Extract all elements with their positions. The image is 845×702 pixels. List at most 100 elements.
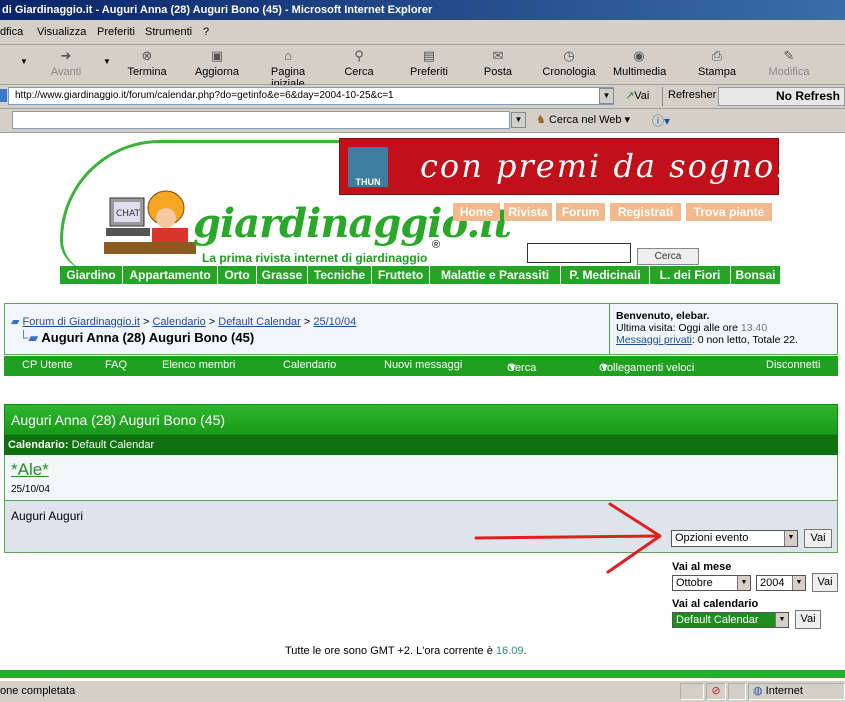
catnav-grasse[interactable]: Grasse [257, 266, 308, 284]
refresher-link[interactable]: Refresher [668, 89, 716, 101]
status-pane [728, 683, 746, 700]
nav-elenco-membri[interactable]: Elenco membri [162, 359, 235, 371]
last-visit-time: 13.40 [740, 322, 768, 334]
last-visit-label: Ultima visita: Oggi alle ore [616, 322, 738, 334]
catnav-appartamento[interactable]: Appartamento [123, 266, 218, 284]
breadcrumb-box: ▰ Forum di Giardinaggio.it > Calendario … [4, 303, 838, 355]
stop-button[interactable]: ⊗ Termina [124, 48, 170, 78]
catnav-frutteto[interactable]: Frutteto [372, 266, 430, 284]
back-dropdown-icon[interactable]: ▼ [20, 57, 28, 66]
event-post-header: *Ale* 25/10/04 [4, 455, 838, 500]
forward-button[interactable]: ➜ Avanti [46, 48, 86, 78]
history-button[interactable]: ◷ Cronologia [541, 48, 597, 78]
jump-month-go-button[interactable]: Vai [812, 573, 838, 592]
page-title-text: Auguri Anna (28) Auguri Bono (45) [41, 330, 255, 345]
nav-calendario[interactable]: Calendario [283, 359, 336, 371]
thun-logo: THUN [348, 147, 388, 187]
event-author-link[interactable]: *Ale* [11, 460, 49, 480]
web-search-input[interactable] [12, 111, 510, 129]
jump-calendar-go-button[interactable]: Vai [795, 610, 821, 629]
nav-disconnetti[interactable]: Disconnetti [766, 359, 820, 371]
page-icon [0, 89, 7, 102]
event-calendar-row: Calendario: Default Calendar [4, 435, 838, 455]
popup-blocked-icon: ⊘ [706, 683, 726, 700]
forward-dropdown-icon[interactable]: ▼ [103, 57, 111, 66]
jump-month-label: Vai al mese [672, 561, 732, 573]
site-search-button[interactable]: Cerca [637, 248, 699, 265]
catnav-tecniche[interactable]: Tecniche [308, 266, 372, 284]
menu-tools[interactable]: Strumenti [145, 26, 192, 38]
topnav-forum[interactable]: Forum [556, 203, 605, 221]
event-options-go-button[interactable]: Vai [804, 529, 832, 548]
web-search-dropdown-icon[interactable]: ▼ [511, 112, 526, 128]
breadcrumb-default-calendar[interactable]: Default Calendar [218, 316, 301, 328]
refresh-icon: ▣ [210, 48, 224, 63]
menu-edit[interactable]: dfica [0, 26, 23, 38]
breadcrumb-separator: > [208, 316, 216, 328]
calendar-select[interactable]: Default Calendar ▼ [672, 612, 789, 628]
address-dropdown-icon[interactable]: ▼ [599, 88, 614, 104]
breadcrumb-separator: > [303, 316, 311, 328]
go-button[interactable]: ↗Vai [625, 89, 649, 102]
favorites-button[interactable]: ▤ Preferiti [404, 48, 454, 78]
info-icon[interactable]: ⓘ▾ [652, 112, 670, 129]
home-icon: ⌂ [284, 48, 292, 63]
nav-nuovi-messaggi[interactable]: Nuovi messaggi [384, 359, 462, 371]
private-messages-link[interactable]: Messaggi privati [616, 334, 692, 346]
catnav-medicinali[interactable]: P. Medicinali [561, 266, 650, 284]
search-web-button[interactable]: ♞ Cerca nel Web ▾ [536, 113, 630, 126]
status-pane [680, 683, 704, 700]
topnav-rivista[interactable]: Rivista [504, 203, 552, 221]
search-button[interactable]: ⚲ Cerca [339, 48, 379, 78]
home-button[interactable]: ⌂ Pagina iniziale [253, 48, 323, 90]
chevron-down-icon: ▼ [784, 531, 797, 546]
print-button[interactable]: ⎙ Stampa [697, 48, 737, 78]
window-title-bar: di Giardinaggio.it - Auguri Anna (28) Au… [0, 0, 845, 20]
stop-icon: ⊗ [141, 48, 153, 63]
media-button[interactable]: ◉ Multimedia [613, 48, 666, 78]
chevron-down-icon: ▼ [775, 613, 788, 627]
history-icon: ◷ [563, 48, 575, 63]
catnav-fiori[interactable]: L. dei Fiori [650, 266, 731, 284]
nav-cp-utente[interactable]: CP Utente [22, 359, 73, 371]
topnav-home[interactable]: Home [453, 203, 500, 221]
site-search-input[interactable] [527, 243, 631, 263]
current-time: 16.09 [495, 645, 524, 657]
calendar-name: Default Calendar [71, 439, 155, 451]
edit-button[interactable]: ✎ Modifica [766, 48, 812, 78]
breadcrumb-separator: > [142, 316, 150, 328]
forum-home-icon: ▰ [11, 316, 20, 328]
search-bar: ▼ ♞ Cerca nel Web ▾ ⓘ▾ [0, 109, 845, 133]
menu-view[interactable]: Visualizza [37, 26, 86, 38]
topnav-registrati[interactable]: Registrati [610, 203, 681, 221]
no-refresh-button[interactable]: No Refresh [718, 87, 845, 106]
event-options-select[interactable]: Opzioni evento ▼ [671, 530, 798, 547]
month-select[interactable]: Ottobre ▼ [672, 575, 751, 591]
catnav-malattie[interactable]: Malattie e Parassiti [430, 266, 561, 284]
topnav-trova-piante[interactable]: Trova piante [686, 203, 772, 221]
event-body: Auguri Auguri Opzioni evento ▼ Vai [4, 500, 838, 553]
catnav-giardino[interactable]: Giardino [60, 266, 123, 284]
welcome-panel: Benvenuto, elebar. Ultima visita: Oggi a… [609, 304, 838, 354]
breadcrumb-date[interactable]: 25/10/04 [313, 316, 356, 328]
refresh-button[interactable]: ▣ Aggiorna [193, 48, 241, 78]
mascot-computer-icon: CHAT [104, 190, 196, 254]
menu-favorites[interactable]: Preferiti [97, 26, 135, 38]
address-bar: http://www.giardinaggio.it/forum/calenda… [0, 85, 845, 109]
category-nav: Giardino Appartamento Orto Grasse Tecnic… [60, 266, 780, 284]
nav-faq[interactable]: FAQ [105, 359, 127, 371]
mail-button[interactable]: ✉ Posta [480, 48, 516, 78]
catnav-orto[interactable]: Orto [218, 266, 257, 284]
thun-ad-banner[interactable]: THUN con premi da sogno! [339, 138, 788, 195]
pm-summary: : 0 non letto, Totale 22. [691, 334, 798, 346]
breadcrumb-forum[interactable]: Forum di Giardinaggio.it [23, 316, 140, 328]
catnav-bonsai[interactable]: Bonsai [731, 266, 780, 284]
chevron-down-icon: ▼ [599, 362, 610, 374]
chevron-down-icon: ▼ [737, 576, 750, 590]
breadcrumb-calendario[interactable]: Calendario [152, 316, 205, 328]
window-title: di Giardinaggio.it - Auguri Anna (28) Au… [2, 4, 433, 16]
edit-icon: ✎ [783, 48, 795, 63]
menu-help[interactable]: ? [203, 26, 209, 38]
year-select[interactable]: 2004 ▼ [756, 575, 806, 591]
address-input[interactable]: http://www.giardinaggio.it/forum/calenda… [8, 87, 614, 105]
